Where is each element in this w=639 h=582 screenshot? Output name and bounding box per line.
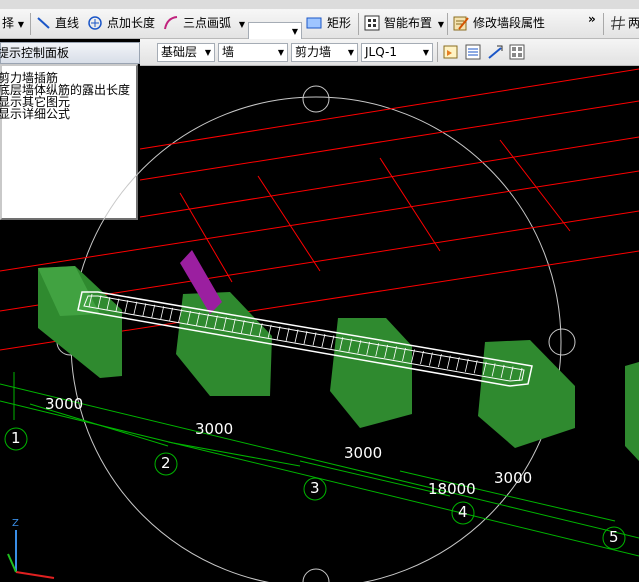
component-select[interactable]: JLQ-1 ▼ <box>361 43 433 62</box>
arc-icon <box>164 16 178 30</box>
dimension-label: 18000 <box>428 480 476 498</box>
three-point-arc-button[interactable]: 三点画弧 ▼ <box>163 15 245 33</box>
line-label: 直线 <box>55 16 80 30</box>
component-value: JLQ-1 <box>365 45 397 59</box>
axis-label-3: 3 <box>310 479 320 497</box>
batch-select-icon[interactable] <box>509 44 525 60</box>
dimension-label: 3000 <box>195 420 234 438</box>
three-point-arc-label: 三点画弧 <box>183 16 232 30</box>
dimension-label: 3000 <box>494 469 533 487</box>
chevron-down-icon: ▼ <box>437 20 444 29</box>
modify-wall-props-label: 修改墙段属性 <box>473 16 546 30</box>
orbit-handle-bottom[interactable] <box>302 568 330 582</box>
axis-label-1: 1 <box>11 429 21 447</box>
modify-wall-props-button[interactable]: 修改墙段属性 <box>453 15 545 31</box>
line-icon <box>37 17 50 29</box>
chevron-down-icon: ▼ <box>17 20 24 29</box>
hint-panel-title-text: 提示控制面板 <box>0 46 70 60</box>
chevron-down-icon: ▼ <box>238 20 245 29</box>
rect-button[interactable]: 矩形 <box>306 15 351 31</box>
svg-text:Z: Z <box>12 518 19 529</box>
smart-layout-icon <box>364 15 380 31</box>
axis-indicator: Z <box>7 518 55 579</box>
3d-viewport[interactable]: Z <box>0 66 639 582</box>
axis-label-4: 4 <box>458 503 468 521</box>
extra-tool-button[interactable]: 两 <box>611 15 639 31</box>
overflow-label: » <box>588 12 596 26</box>
select-label: 择 <box>2 16 15 30</box>
select-button[interactable]: 择 ▼ <box>2 15 24 33</box>
point-length-button[interactable]: 点加长度 <box>87 15 155 31</box>
divider <box>603 13 604 35</box>
rect-label: 矩形 <box>327 16 352 30</box>
orbit-circle <box>70 96 562 582</box>
chevron-down-icon: ▼ <box>204 48 211 57</box>
rebar-wall <box>77 291 533 387</box>
chevron-down-icon: ▼ <box>277 48 284 57</box>
toolbar-overflow-button[interactable]: » <box>588 11 596 27</box>
properties-icon[interactable] <box>443 44 459 60</box>
point-length-icon <box>88 16 102 30</box>
type-value: 墙 <box>222 45 235 59</box>
modify-props-icon <box>453 16 469 31</box>
divider <box>358 13 359 35</box>
type-select[interactable]: 墙 ▼ <box>218 43 288 62</box>
chevron-down-icon: ▼ <box>422 48 429 57</box>
draw-toolbar: 择 ▼ 直线 点加长度 三点画弧 ▼ ▼ 矩形 智能布置 ▼ 修改墙段属性 » … <box>0 9 639 41</box>
smart-layout-label: 智能布置 <box>384 16 433 30</box>
subtype-select[interactable]: 剪力墙 ▼ <box>291 43 358 62</box>
hint-panel-title[interactable]: 提示控制面板 <box>0 42 140 64</box>
pick-component-icon[interactable] <box>487 44 503 60</box>
define-icon[interactable] <box>465 44 481 60</box>
floor-value: 基础层 <box>161 45 198 59</box>
axis-label-5: 5 <box>609 528 619 546</box>
extra-label: 两 <box>628 16 639 30</box>
dimension-label: 3000 <box>45 395 84 413</box>
point-length-label: 点加长度 <box>107 16 156 30</box>
chevron-down-icon: ▼ <box>347 48 354 57</box>
dimension-label: 3000 <box>344 444 383 462</box>
divider <box>447 13 448 35</box>
axis-label-2: 2 <box>161 454 171 472</box>
chevron-down-icon: ▼ <box>291 27 298 36</box>
floor-select[interactable]: 基础层 ▼ <box>157 43 215 62</box>
line-button[interactable]: 直线 <box>36 15 79 31</box>
smart-layout-button[interactable]: 智能布置 ▼ <box>364 15 444 33</box>
grid-tool-icon <box>611 16 625 30</box>
orbit-handle-right[interactable] <box>548 328 576 356</box>
divider <box>437 42 438 62</box>
subtype-value: 剪力墙 <box>295 45 332 59</box>
rectangle-icon <box>306 17 322 29</box>
divider <box>30 13 31 35</box>
component-toolbar: 基础层 ▼ 墙 ▼ 剪力墙 ▼ JLQ-1 ▼ <box>140 39 639 66</box>
orbit-handle-top[interactable] <box>302 85 330 113</box>
